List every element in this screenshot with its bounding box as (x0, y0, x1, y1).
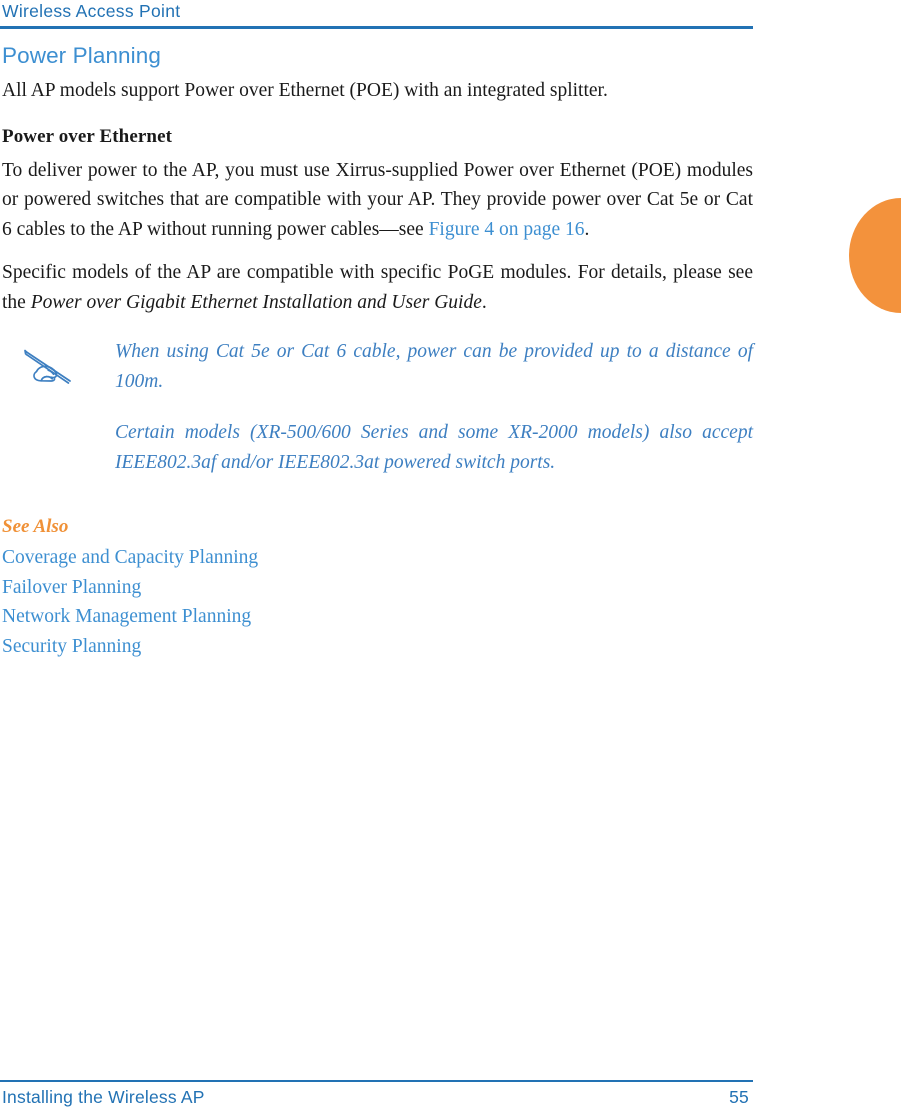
footer-row: Installing the Wireless AP 55 (0, 1087, 753, 1108)
models-paragraph-text-after-italic: . (481, 291, 487, 313)
figure-4-crossreference-link[interactable]: Figure 4 on page 16 (429, 219, 585, 240)
running-header: Wireless Access Point (0, 0, 753, 29)
see-also-link-coverage-and-capacity-planning[interactable]: Coverage and Capacity Planning (2, 543, 258, 573)
see-also-link-security-planning[interactable]: Security Planning (2, 632, 141, 662)
footer-rule (0, 1079, 753, 1082)
list-item: Coverage and Capacity Planning (2, 543, 753, 573)
intro-paragraph: All AP models support Power over Etherne… (2, 80, 608, 101)
chapter-thumb-tab (849, 198, 901, 313)
document-page: Wireless Access Point Power Planning All… (0, 0, 901, 1114)
poge-guide-title: Power over Gigabit Ethernet Installation… (30, 291, 482, 313)
list-item: Failover Planning (2, 573, 753, 603)
running-header-title: Wireless Access Point (2, 1, 181, 21)
header-rule (0, 26, 753, 29)
page-title: Power Planning (2, 43, 161, 68)
note-hand-pen-icon (24, 347, 76, 387)
see-also-section: See Also Coverage and Capacity Planning … (2, 513, 753, 661)
see-also-link-network-management-planning[interactable]: Network Management Planning (2, 602, 251, 632)
note-paragraph: When using Cat 5e or Cat 6 cable, power … (115, 341, 753, 392)
list-item: Network Management Planning (2, 602, 753, 632)
poe-paragraph-text-after-link: . (584, 218, 590, 240)
footer-chapter-title: Installing the Wireless AP (2, 1087, 205, 1107)
note-paragraph: Certain models (XR-500/600 Series and so… (115, 422, 753, 473)
list-item: Security Planning (2, 632, 753, 662)
models-paragraph: Specific models of the AP are compatible… (2, 258, 753, 317)
note-callout: When using Cat 5e or Cat 6 cable, power … (2, 337, 753, 477)
see-also-link-failover-planning[interactable]: Failover Planning (2, 573, 141, 603)
page-content: Power Planning All AP models support Pow… (2, 42, 753, 661)
see-also-heading: See Also (2, 516, 69, 537)
page-footer: Installing the Wireless AP 55 (0, 1079, 753, 1109)
poe-paragraph: To deliver power to the AP, you must use… (2, 156, 753, 245)
see-also-list: Coverage and Capacity Planning Failover … (2, 543, 753, 661)
poe-paragraph-text-before-link: To deliver power to the AP, you must use… (2, 159, 753, 240)
subsection-heading: Power over Ethernet (2, 125, 173, 147)
footer-page-number: 55 (729, 1087, 749, 1107)
